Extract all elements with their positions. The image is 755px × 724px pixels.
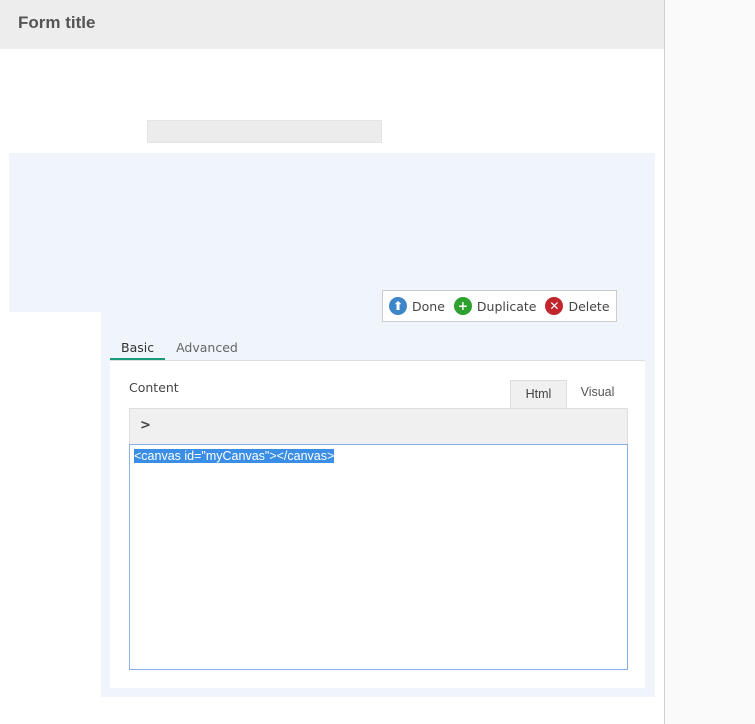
tab-html[interactable]: Html — [510, 380, 567, 409]
content-label: Content — [129, 380, 179, 395]
html-editor[interactable]: <canvas id="myCanvas"></canvas> — [129, 444, 628, 670]
chevron-right-icon[interactable]: > — [140, 418, 151, 433]
duplicate-button[interactable]: + Duplicate — [453, 297, 537, 315]
plus-icon: + — [453, 297, 472, 315]
duplicate-label: Duplicate — [476, 298, 537, 314]
arrow-up-icon: ⬆ — [389, 297, 407, 315]
tab-basic[interactable]: Basic — [110, 338, 166, 360]
placeholder-field — [147, 120, 382, 143]
html-code: <canvas id="myCanvas"></canvas> — [134, 449, 335, 463]
right-panel — [664, 0, 755, 724]
selected-element-area[interactable] — [9, 153, 655, 312]
settings-tabs: Basic Advanced — [110, 338, 645, 361]
form-title: Form title — [18, 13, 96, 32]
element-toolbar: ⬆ Done + Duplicate ✕ Delete — [382, 290, 617, 322]
close-icon: ✕ — [545, 297, 564, 315]
done-label: Done — [412, 298, 445, 314]
tab-visual[interactable]: Visual — [570, 380, 625, 408]
form-header: Form title — [0, 0, 664, 49]
delete-label: Delete — [568, 298, 610, 314]
editor-toolbar: > — [129, 408, 628, 445]
tab-advanced[interactable]: Advanced — [165, 338, 249, 360]
delete-button[interactable]: ✕ Delete — [545, 297, 610, 315]
done-button[interactable]: ⬆ Done — [389, 297, 445, 315]
